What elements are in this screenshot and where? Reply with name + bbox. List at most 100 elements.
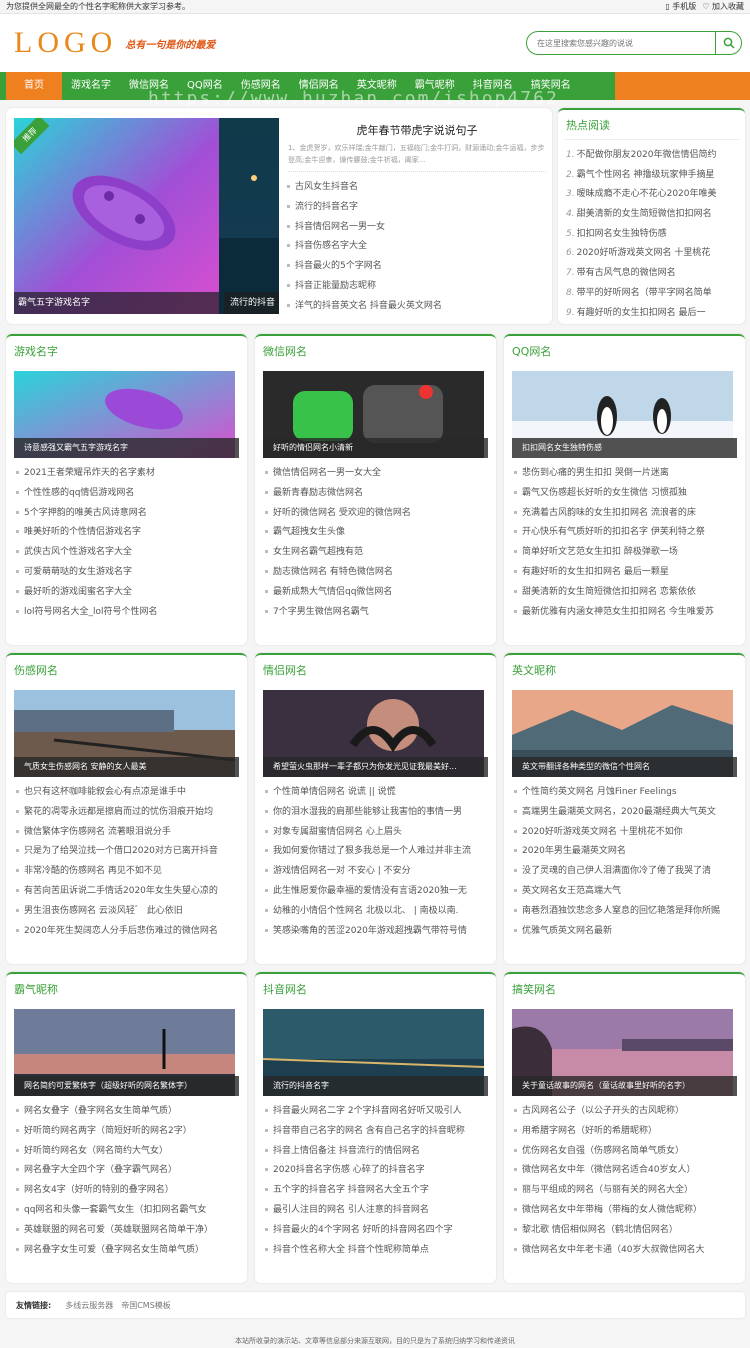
list-item[interactable]: 2021王者荣耀吊炸天的名字素材	[16, 464, 239, 484]
list-item[interactable]: 抖音伤感名字大全	[287, 237, 547, 257]
hot-list-item[interactable]: 5. 扣扣网名女生独特伤感	[566, 225, 739, 245]
hot-list-item[interactable]: 3. 暧昧成瘾不走心不花心2020年唯美	[566, 185, 739, 205]
hot-list-item[interactable]: 7. 带有古风气息的微信网名	[566, 264, 739, 284]
list-item[interactable]: 抖音最火网名二字 2个字抖音网名好听又吸引人	[265, 1102, 488, 1122]
nav-item-english-nicknames[interactable]: 英文昵称	[348, 72, 406, 100]
list-item[interactable]: 用希腊字网名（好听的希腊昵称）	[514, 1122, 737, 1142]
section-image[interactable]: 气质女生伤感网名 安静的女人最美	[14, 690, 239, 777]
list-item[interactable]: 个性简单情侣网名 说谎 || 说慌	[265, 783, 488, 803]
list-item[interactable]: 有苦向苦凪诉说二手情话2020年女生失望心凉的	[16, 882, 239, 902]
list-item[interactable]: 2020抖音名字伤感 心碎了的抖音名字	[265, 1161, 488, 1181]
section-title[interactable]: 微信网名	[255, 336, 496, 359]
nav-item-qq-names[interactable]: QQ网名	[178, 72, 232, 100]
list-item[interactable]: 抖音最火的4个字网名 好听的抖音网名四个字	[265, 1221, 488, 1241]
list-item[interactable]: 抖音个性名称大全 抖音个性昵称简单点	[265, 1241, 488, 1261]
section-image[interactable]: 关于童话故事的网名（童话故事里好听的名字）	[512, 1009, 737, 1096]
section-image[interactable]: 英文带翻译各种类型的微信个性网名	[512, 690, 737, 777]
section-title[interactable]: 搞笑网名	[504, 974, 745, 997]
list-item[interactable]: 抖音正能量励志昵称	[287, 277, 547, 297]
search-button[interactable]	[715, 32, 741, 54]
list-item[interactable]: 甜美清新的女生简短微信扣扣网名 恋紫依依	[514, 583, 737, 603]
list-item[interactable]: 古风女生抖音名	[287, 178, 547, 198]
section-title[interactable]: 霸气昵称	[6, 974, 247, 997]
nav-item-couple-names[interactable]: 情侣网名	[290, 72, 348, 100]
list-item[interactable]: 好听的微信网名 受欢迎的微信网名	[265, 504, 488, 524]
list-item[interactable]: 微信网名女中年（微信网名适合40岁女人）	[514, 1161, 737, 1181]
nav-item-funny-names[interactable]: 搞笑网名	[522, 72, 580, 100]
list-item[interactable]: 好听简约网名两字（简短好听的网名2字）	[16, 1122, 239, 1142]
hot-list-item[interactable]: 9. 有趣好听的女生扣扣网名 最后一	[566, 304, 739, 324]
list-item[interactable]: 抖音最火的5个字网名	[287, 257, 547, 277]
list-item[interactable]: 微信繁体字伤感网名 流著眼泪说分手	[16, 823, 239, 843]
section-image[interactable]: 希望萤火虫那样一辈子都只为你发光见证我最美好...	[263, 690, 488, 777]
list-item[interactable]: 唯美好听的个性情侣游戏名字	[16, 523, 239, 543]
list-item[interactable]: 武侠古风个性游戏名字大全	[16, 543, 239, 563]
list-item[interactable]: 女生网名霸气超拽有范	[265, 543, 488, 563]
list-item[interactable]: 笑感染嘴角的苦涩2020年游戏超拽霸气带符号情	[265, 922, 488, 942]
list-item[interactable]: 7个字男生微信网名霸气	[265, 603, 488, 623]
mobile-link[interactable]: ▯ 手机版	[665, 1, 696, 12]
list-item[interactable]: 2020年男生最潮英文网名	[514, 842, 737, 862]
hot-list-item[interactable]: 2. 霸气个性网名 神撸级玩家伸手摘星	[566, 166, 739, 186]
list-item[interactable]: 霸气又伤感超长好听的女生微信 习惯孤独	[514, 484, 737, 504]
list-item[interactable]: 个性性感的qq情侣游戏网名	[16, 484, 239, 504]
list-item[interactable]: 好听简约网名女（网名简约大气女）	[16, 1142, 239, 1162]
favorite-link[interactable]: ♡ 加入收藏	[702, 1, 744, 12]
friend-link[interactable]: 帝国CMS模板	[121, 1300, 171, 1311]
section-image[interactable]: 好听的情侣网名小清新	[263, 371, 488, 458]
list-item[interactable]: 最新成熟大气情侣qq微信网名	[265, 583, 488, 603]
featured-caption-next[interactable]: 流行的抖音	[224, 292, 279, 314]
list-item[interactable]: 我如何爱你错过了狠多我总是一个人难过并非主流	[265, 842, 488, 862]
list-item[interactable]: 抖音上情侣备注 抖音流行的情侣网名	[265, 1142, 488, 1162]
list-item[interactable]: 男生沮丧伤感网名 云淡风轻゛ 此心依旧	[16, 902, 239, 922]
list-item[interactable]: 优伤网名女自强（伤感网名简单气质女）	[514, 1142, 737, 1162]
section-title[interactable]: 游戏名字	[6, 336, 247, 359]
list-item[interactable]: 2020年死生契阔恋人分手后悲伤难过的微信网名	[16, 922, 239, 942]
section-title[interactable]: 抖音网名	[255, 974, 496, 997]
list-item[interactable]: 南巷烈酒独饮悲念多人窒息的回忆艳落是拜你所赐	[514, 902, 737, 922]
friend-link[interactable]: 多线云服务器	[65, 1300, 113, 1311]
list-item[interactable]: 个性简约英文网名 月蚀Finer Feelings	[514, 783, 737, 803]
hot-list-item[interactable]: 1. 不配做你朋友2020年微信情侣简约	[566, 146, 739, 166]
section-image[interactable]: 诗意感强又霸气五字游戏名字	[14, 371, 239, 458]
hot-list-item[interactable]: 8. 带平的好听网名（带平字网名简单	[566, 284, 739, 304]
section-title[interactable]: 伤感网名	[6, 655, 247, 678]
list-item[interactable]: 霸气超拽女生头像	[265, 523, 488, 543]
list-item[interactable]: 2020好听游戏英文网名 十里桃花不如你	[514, 823, 737, 843]
section-title[interactable]: QQ网名	[504, 336, 745, 359]
list-item[interactable]: 最新青春励志微信网名	[265, 484, 488, 504]
section-image[interactable]: 网名简约可爱繁体字（超级好听的网名繁体字）	[14, 1009, 239, 1096]
list-item[interactable]: 没了灵魂的自己伊人泪满面你冷了倦了我哭了清	[514, 862, 737, 882]
list-item[interactable]: 微信网名女中年带梅（带梅的女人微信昵称）	[514, 1201, 737, 1221]
list-item[interactable]: 只是为了给哭泣找一个借口2020对方已离开抖音	[16, 842, 239, 862]
nav-item-sad-names[interactable]: 伤感网名	[232, 72, 290, 100]
list-item[interactable]: 充满着古风韵味的女生扣扣网名 流浪者的床	[514, 504, 737, 524]
list-item[interactable]: 高端男生最潮英文网名，2020最潮经典大气英文	[514, 803, 737, 823]
list-item[interactable]: 5个字押韵的唯美古风诗意网名	[16, 504, 239, 524]
list-item[interactable]: 非常冷酷的伤感网名 再见不如不见	[16, 862, 239, 882]
list-item[interactable]: 幼稚的小情侣个性网名 北极以北、 | 南极以南.	[265, 902, 488, 922]
featured-title[interactable]: 虎年春节带虎字说说句子	[288, 122, 546, 138]
list-item[interactable]: 抖音带自己名字的网名 含有自己名字的抖音昵称	[265, 1122, 488, 1142]
list-item[interactable]: 对象专属甜蜜情侣网名 心上眉头	[265, 823, 488, 843]
list-item[interactable]: 也只有这杯咖啡能叙会心有点凉是谁手中	[16, 783, 239, 803]
list-item[interactable]: 网名叠字大全四个字（叠字霸气网名）	[16, 1161, 239, 1181]
list-item[interactable]: 最好听的游戏闺蜜名字大全	[16, 583, 239, 603]
list-item[interactable]: 洋气的抖音英文名 抖音最火英文网名	[287, 297, 547, 317]
section-title[interactable]: 英文昵称	[504, 655, 745, 678]
list-item[interactable]: 励志微信网名 有特色微信网名	[265, 563, 488, 583]
nav-item-wechat-names[interactable]: 微信网名	[120, 72, 178, 100]
nav-item-douyin-names[interactable]: 抖音网名	[464, 72, 522, 100]
section-title[interactable]: 情侣网名	[255, 655, 496, 678]
list-item[interactable]: 英文网名女王范高端大气	[514, 882, 737, 902]
list-item[interactable]: 繁花的凋零永远都是擦肩而过的忧伤泪痕开始均	[16, 803, 239, 823]
hot-list-item[interactable]: 4. 甜美清新的女生简短微信扣扣网名	[566, 205, 739, 225]
list-item[interactable]: 英雄联盟的网名可爱（英雄联盟网名简单干净）	[16, 1221, 239, 1241]
list-item[interactable]: 游戏情侣网名一对 不安心 | 不安分	[265, 862, 488, 882]
logo[interactable]: LOGO 总有一句是你的最爱	[14, 26, 215, 60]
list-item[interactable]: 悲伤到心痛的男生扣扣 哭倒一片迷离	[514, 464, 737, 484]
nav-item-game-names[interactable]: 游戏名字	[62, 72, 120, 100]
nav-item-domineering-nicknames[interactable]: 霸气昵称	[406, 72, 464, 100]
nav-item-home[interactable]: 首页	[6, 72, 62, 100]
list-item[interactable]: 黎北歌 情侣相似网名（鹤北情侣网名）	[514, 1221, 737, 1241]
